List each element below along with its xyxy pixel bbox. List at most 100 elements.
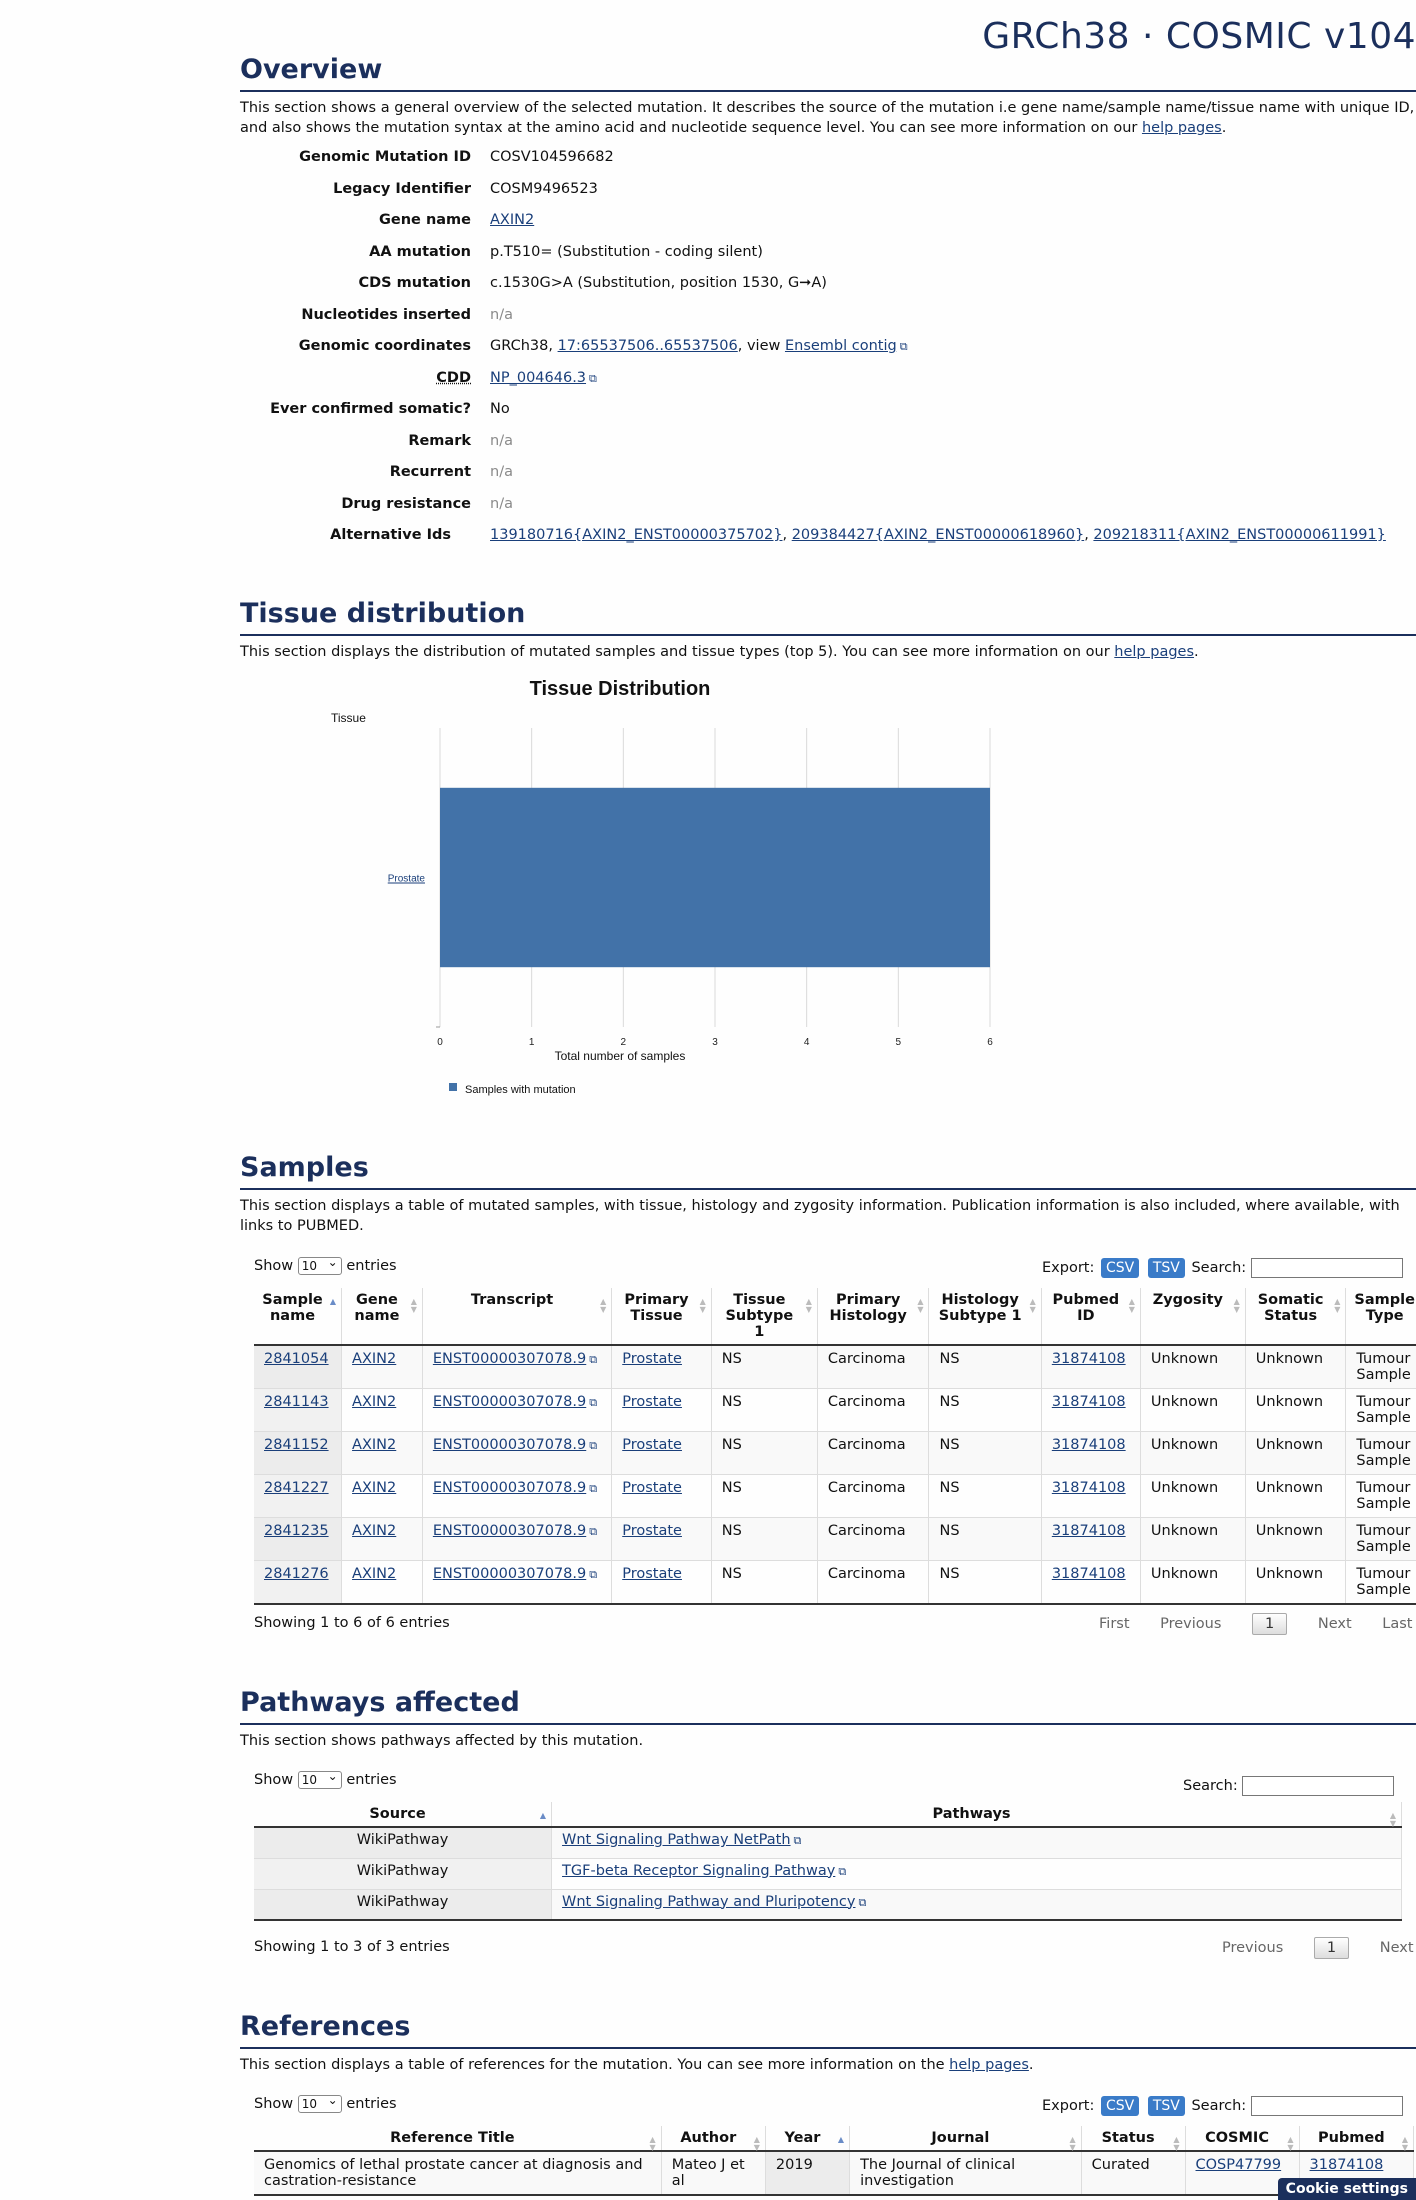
pathways-page-size-select[interactable]: 10 [297, 1768, 342, 1789]
primary-tissue-link[interactable]: Prostate [622, 1437, 682, 1453]
export-label: Export: [1042, 2098, 1095, 2114]
overview-help-link[interactable]: help pages [1142, 120, 1222, 136]
primary-tissue-link[interactable]: Prostate [622, 1566, 682, 1582]
gene-name-link[interactable]: AXIN2 [352, 1523, 396, 1539]
sample-name-link[interactable]: 2841143 [264, 1394, 329, 1410]
alternative-id-link[interactable]: 139180716{AXIN2_ENST00000375702} [490, 527, 782, 543]
samples-tsv-button[interactable]: TSV [1147, 1258, 1185, 1278]
primary-tissue-link[interactable]: Prostate [622, 1351, 682, 1367]
previous-page-button[interactable]: Previous [1160, 1616, 1221, 1632]
column-header[interactable]: Source ▲ [254, 1802, 553, 1828]
sample-name-link[interactable]: 2841054 [264, 1351, 329, 1367]
pubmed-id-link[interactable]: 31874108 [1052, 1437, 1126, 1453]
pubmed-id-link[interactable]: 31874108 [1052, 1523, 1126, 1539]
pubmed-id-link[interactable]: 31874108 [1052, 1566, 1126, 1582]
transcript-link[interactable]: ENST00000307078.9 [433, 1437, 586, 1453]
pathway-source: WikiPathway [254, 1889, 553, 1920]
column-header[interactable]: Status ▲ ▼ [1081, 2126, 1186, 2152]
gene-name-link[interactable]: AXIN2 [352, 1351, 396, 1367]
sample-name-link[interactable]: 2841235 [264, 1523, 329, 1539]
references-page-size-select[interactable]: 10 [297, 2092, 342, 2113]
primary-tissue-link[interactable]: Prostate [622, 1480, 682, 1496]
column-header[interactable]: Histology Subtype 1 ▲ ▼ [928, 1288, 1042, 1346]
references-intro-text: This section displays a table of referen… [240, 2057, 945, 2073]
gene-name-link[interactable]: AXIN2 [490, 212, 534, 228]
pathway: Wnt Signaling Pathway NetPath ⧉ [551, 1827, 1402, 1858]
primary-tissue-link[interactable]: Prostate [622, 1394, 682, 1410]
primary-tissue-link[interactable]: Prostate [622, 1523, 682, 1539]
cdd-link[interactable]: NP_004646.3 [490, 370, 586, 386]
references-help-link[interactable]: help pages [949, 2057, 1029, 2073]
last-page-button[interactable]: Last [1382, 1616, 1412, 1632]
tissue-subtype: NS [711, 1388, 818, 1432]
references-heading: References [240, 2009, 1416, 2049]
column-header-label: Pathways [932, 1806, 1011, 1822]
transcript-link[interactable]: ENST00000307078.9 [433, 1523, 586, 1539]
column-header[interactable]: Somatic Status ▲ ▼ [1245, 1288, 1347, 1346]
gene-name-link[interactable]: AXIN2 [352, 1437, 396, 1453]
gene-name-link[interactable]: AXIN2 [352, 1394, 396, 1410]
references-search-input[interactable] [1250, 2096, 1403, 2116]
column-header[interactable]: Zygosity ▲ ▼ [1140, 1288, 1246, 1346]
column-header[interactable]: Gene name ▲ ▼ [341, 1288, 423, 1346]
x-axis-label: Total number of samples [555, 1049, 686, 1063]
cookie-settings-button[interactable]: Cookie settings [1277, 2178, 1416, 2200]
column-header[interactable]: Sample Type▲ ▼ [1345, 1288, 1416, 1346]
transcript-link[interactable]: ENST00000307078.9 [433, 1566, 586, 1582]
next-page-button[interactable]: Next [1380, 1940, 1414, 1956]
sample-name-link[interactable]: 2841152 [264, 1437, 329, 1453]
pubmed-id-link[interactable]: 31874108 [1310, 2157, 1384, 2173]
sample-name-link[interactable]: 2841276 [264, 1566, 329, 1582]
column-header[interactable]: Reference Title ▲ ▼ [254, 2126, 662, 2152]
alternative-id-link[interactable]: 209384427{AXIN2_ENST00000618960} [792, 527, 1084, 543]
transcript-link[interactable]: ENST00000307078.9 [433, 1351, 586, 1367]
pathway-link[interactable]: TGF-beta Receptor Signaling Pathway [562, 1863, 835, 1879]
column-header[interactable]: Year ▲ [765, 2126, 851, 2152]
transcript-link[interactable]: ENST00000307078.9 [433, 1480, 586, 1496]
build-title: GRCh38 · COSMIC v104 [982, 16, 1416, 57]
y-category-label[interactable]: Prostate [388, 874, 426, 885]
column-header[interactable]: COSMIC ▲ ▼ [1185, 2126, 1300, 2152]
samples-search-input[interactable] [1250, 1258, 1403, 1278]
samples-page-size-select[interactable]: 10 [297, 1254, 342, 1275]
tissue-help-link[interactable]: help pages [1114, 644, 1194, 660]
alternative-id-link[interactable]: 209218311{AXIN2_ENST00000611991} [1093, 527, 1385, 543]
pubmed-id-link[interactable]: 31874108 [1052, 1480, 1126, 1496]
column-header[interactable]: Pubmed ID ▲ ▼ [1041, 1288, 1141, 1346]
pathway-link[interactable]: Wnt Signaling Pathway NetPath [562, 1832, 791, 1848]
overview-heading: Overview [240, 52, 1416, 92]
current-page-button[interactable]: 1 [1313, 1937, 1350, 1959]
pubmed-id-link[interactable]: 31874108 [1052, 1351, 1126, 1367]
current-page-button[interactable]: 1 [1252, 1613, 1288, 1635]
column-header[interactable]: Primary Histology ▲ ▼ [817, 1288, 930, 1346]
primary-histology: Carcinoma [817, 1345, 930, 1389]
column-header[interactable]: Sample name ▲ [254, 1288, 343, 1346]
column-header[interactable]: Transcript ▲ ▼ [422, 1288, 613, 1346]
pathways-search-input[interactable] [1242, 1776, 1395, 1796]
first-page-button[interactable]: First [1099, 1616, 1130, 1632]
cosmic-id-link[interactable]: COSP47799 [1196, 2157, 1282, 2173]
column-header[interactable]: Author ▲ ▼ [661, 2126, 766, 2152]
gene-name-link[interactable]: AXIN2 [352, 1480, 396, 1496]
gene-name-link[interactable]: AXIN2 [352, 1566, 396, 1582]
sample-name-link[interactable]: 2841227 [264, 1480, 329, 1496]
references-tsv-button[interactable]: TSV [1147, 2096, 1185, 2116]
column-header[interactable]: Pathways ▲ ▼ [551, 1802, 1402, 1828]
pathway-link[interactable]: Wnt Signaling Pathway and Pluripotency [562, 1894, 855, 1910]
references-csv-button[interactable]: CSV [1100, 2096, 1140, 2116]
next-page-button[interactable]: Next [1318, 1616, 1352, 1632]
column-header[interactable]: Pubmed ▲ ▼ [1299, 2126, 1415, 2152]
samples-csv-button[interactable]: CSV [1100, 1258, 1140, 1278]
pubmed-id-link[interactable]: 31874108 [1052, 1394, 1126, 1410]
column-header[interactable]: Primary Tissue ▲ ▼ [611, 1288, 712, 1346]
column-header[interactable]: Journal ▲ ▼ [849, 2126, 1082, 2152]
pathways-pagination: Previous 1 Next [1196, 1937, 1414, 1959]
previous-page-button[interactable]: Previous [1222, 1940, 1283, 1956]
column-header-label: COSMIC [1205, 2130, 1269, 2146]
ensembl-contig-link[interactable]: Ensembl contig [785, 338, 897, 354]
transcript-link[interactable]: ENST00000307078.9 [433, 1394, 586, 1410]
tissue-subtype: NS [711, 1517, 818, 1561]
column-header[interactable]: Tissue Subtype 1 ▲ ▼ [711, 1288, 818, 1346]
coordinates-link[interactable]: 17:65537506..65537506 [558, 338, 738, 354]
sort-icon: ▲ ▼ [1389, 1811, 1396, 1828]
